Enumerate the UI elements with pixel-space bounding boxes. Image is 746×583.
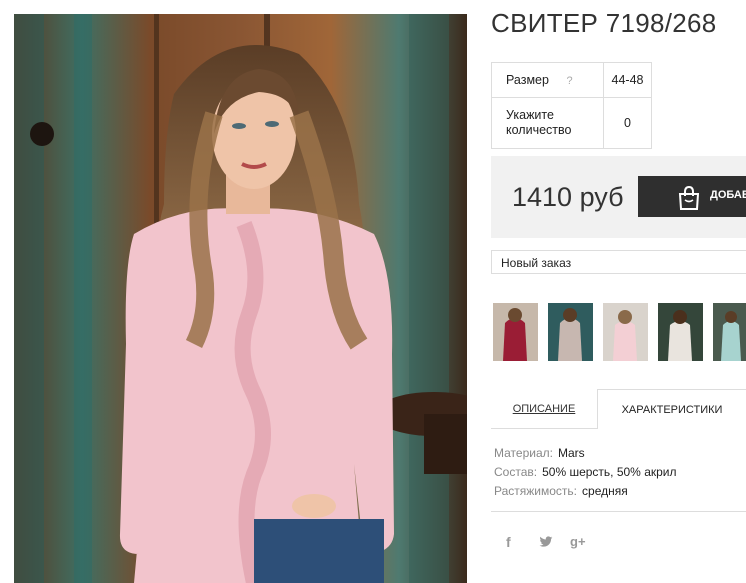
buy-box: 1410 руб ДОБАВ [491,156,746,238]
thumbnail-4[interactable] [658,303,703,361]
size-help-icon[interactable]: ? [566,75,572,87]
tab-characteristics[interactable]: ХАРАКТЕРИСТИКИ [597,389,746,429]
spec-stretch-value: средняя [582,484,628,498]
size-value[interactable]: 44-48 [603,62,652,98]
spec-material-value: Mars [557,446,585,460]
spec-material: Материал: Mars [494,444,677,463]
tab-divider [491,428,597,429]
twitter-icon[interactable] [539,536,553,548]
characteristics-panel: Материал: Mars Состав: 50% шерсть, 50% акр… [494,444,677,501]
spec-composition-value: 50% шерсть, 50% акрил [542,465,677,479]
order-select[interactable]: Новый заказ [491,250,746,274]
spec-material-key: Материал: [494,446,553,460]
thumbnail-2[interactable] [548,303,593,361]
tab-description[interactable]: ОПИСАНИЕ [491,389,597,428]
add-to-cart-label: ДОБАВ [710,189,746,201]
product-tabs: ОПИСАНИЕ ХАРАКТЕРИСТИКИ [491,389,746,429]
googleplus-icon[interactable]: g+ [570,534,586,549]
product-title: СВИТЕР 7198/268 [491,8,717,38]
options-table: Размер ? 44-48 Укажите количество 0 [491,62,652,149]
size-label-cell: Размер ? [491,62,604,98]
thumbnail-5[interactable] [713,303,746,361]
add-to-cart-button[interactable]: ДОБАВ [638,176,746,217]
quantity-label-line1: Укажите [506,108,554,122]
quantity-input[interactable]: 0 [603,97,652,149]
thumbnail-3[interactable] [603,303,648,361]
divider [491,511,746,512]
product-photo[interactable] [14,14,467,583]
spec-stretch-key: Растяжимость: [494,484,578,498]
price: 1410 руб [512,182,624,212]
spec-composition-key: Состав: [494,465,538,479]
shopping-bag-icon [678,185,700,210]
thumbnail-1[interactable] [493,303,538,361]
quantity-label-line2: количество [506,123,572,137]
quantity-label: Укажите количество [491,97,604,149]
spec-stretch: Растяжимость: средняя [494,482,677,501]
spec-composition: Состав: 50% шерсть, 50% акрил [494,463,677,482]
facebook-icon[interactable]: f [506,534,511,550]
size-label: Размер [506,73,549,87]
